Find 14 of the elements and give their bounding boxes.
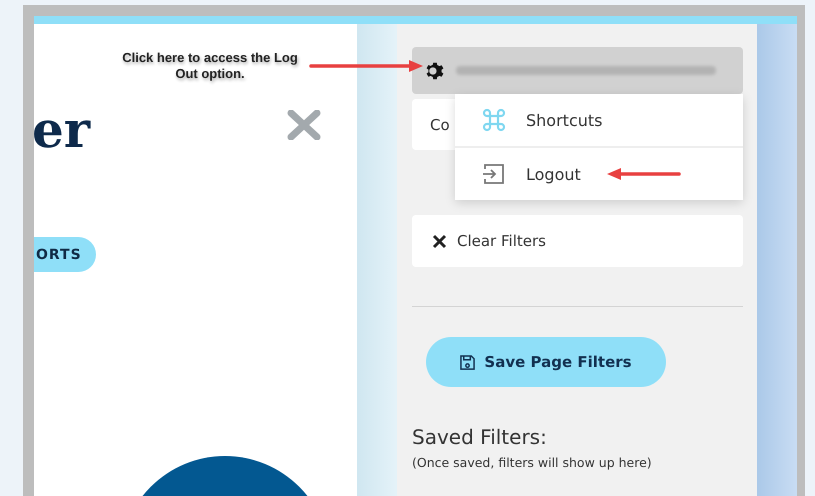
command-icon [482,108,506,132]
sign-in-icon [482,163,506,185]
saved-filters-heading: Saved Filters: [412,425,548,449]
close-icon[interactable] [287,110,321,140]
menu-item[interactable]: Shortcuts [455,94,743,146]
page-title: er [34,100,90,160]
reports-button[interactable]: ORTS [34,237,96,272]
pointer-arrow [607,168,679,180]
saved-filters-hint: (Once saved, filters will show up here) [412,455,653,470]
callout-text: Click here to access the Log Out option. [121,50,299,82]
clear-filters-button[interactable]: Clear Filters [412,215,743,267]
save-page-filters-button[interactable]: Save Page Filters [426,337,666,387]
menu-item[interactable]: Logout [455,146,743,200]
close-icon [432,234,447,248]
